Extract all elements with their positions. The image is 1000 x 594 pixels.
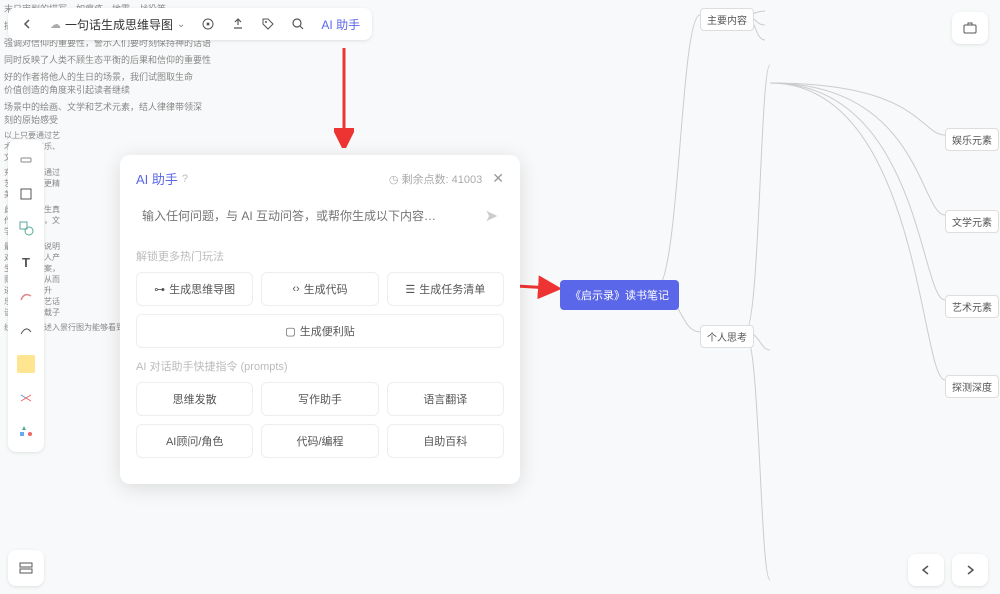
search-button[interactable] [285,11,311,37]
chip-coding[interactable]: 代码/编程 [261,424,378,458]
chevron-down-icon: ⌄ [177,19,185,30]
node-personal-thought[interactable]: 个人思考 [700,325,754,348]
node-art[interactable]: 艺术元素 [945,295,999,318]
tag-button[interactable] [255,11,281,37]
bottom-right-controls [908,554,988,586]
cloud-icon: ☁ [50,18,61,31]
mindmap-icon: ⊶ [154,283,165,296]
node-depth[interactable]: 探测深度 [945,375,999,398]
sticky-note-tool[interactable] [12,350,40,378]
node-detail-0[interactable]: 场景中的绘画、文学和艺术元素，结人律律带领深刻的原始感受 [0,98,210,128]
export-button[interactable] [225,11,251,37]
node-entertainment[interactable]: 娱乐元素 [945,128,999,151]
help-icon[interactable]: ? [182,173,188,185]
mindmap-central-node[interactable]: 《启示录》读书笔记 [560,280,679,310]
close-button[interactable]: ✕ [492,170,504,187]
select-tool[interactable] [12,146,40,174]
chip-generate-code[interactable]: ‹›生成代码 [261,272,378,306]
connector-tool[interactable] [12,316,40,344]
shape-tool[interactable] [12,214,40,242]
chip-generate-sticky[interactable]: ▢生成便利贴 [136,314,504,348]
chip-consultant[interactable]: AI顾问/角色 [136,424,253,458]
mindmap-tool[interactable] [12,384,40,412]
ai-panel-title: AI 助手 ? [136,169,188,188]
text-tool[interactable]: T [12,248,40,276]
annotation-arrow-1 [334,48,354,148]
node-main-content[interactable]: 主要内容 [700,8,754,31]
code-icon: ‹› [292,283,299,295]
redo-button[interactable] [952,554,988,586]
more-shapes-tool[interactable] [12,418,40,446]
list-icon: ☰ [405,283,415,296]
top-toolbar: ☁ 一句话生成思维导图 ⌄ AI 助手 [8,8,372,40]
sticky-icon: ▢ [285,325,295,338]
undo-button[interactable] [908,554,944,586]
frame-tool[interactable] [12,180,40,208]
chip-translate[interactable]: 语言翻译 [387,382,504,416]
prompts-label: AI 对话助手快捷指令 (prompts) [136,358,504,374]
toolbox-button[interactable] [952,12,988,44]
document-title: 一句话生成思维导图 [65,16,173,33]
node-personal-intro-1[interactable]: 好的作者将他人的生日的场景，我们试图取生命价值创造的角度来引起读者继续 [0,68,200,98]
back-button[interactable] [14,11,40,37]
points-remaining: ◷ 剩余点数: 41003 [389,171,482,187]
ai-assistant-panel: AI 助手 ? ◷ 剩余点数: 41003 ✕ ➤ 解锁更多热门玩法 ⊶生成思维… [120,155,520,484]
hot-topics-label: 解锁更多热门玩法 [136,248,504,264]
ai-prompt-input[interactable] [142,209,485,223]
layers-button[interactable] [8,550,44,586]
chip-generate-tasklist[interactable]: ☰生成任务清单 [387,272,504,306]
chip-diverge[interactable]: 思维发散 [136,382,253,416]
node-personal-intro-0[interactable]: 同时反映了人类不顾生态平衡的后果和信仰的重要性 [0,51,1000,68]
chip-generate-mindmap[interactable]: ⊶生成思维导图 [136,272,253,306]
ai-helper-button[interactable]: AI 助手 [315,16,366,33]
document-title-dropdown[interactable]: ☁ 一句话生成思维导图 ⌄ [44,16,191,33]
pen-tool[interactable] [12,282,40,310]
send-button[interactable]: ➤ [485,206,498,226]
chip-encyclopedia[interactable]: 自助百科 [387,424,504,458]
chip-writing[interactable]: 写作助手 [261,382,378,416]
left-toolbar: T [8,140,44,452]
node-literature[interactable]: 文学元素 [945,210,999,233]
settings-button[interactable] [195,11,221,37]
